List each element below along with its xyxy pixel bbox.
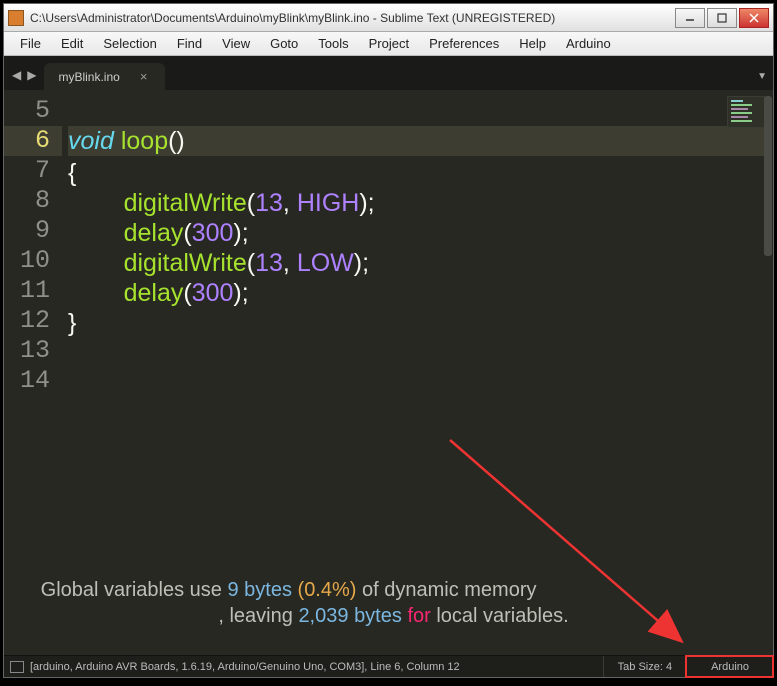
titlebar[interactable]: C:\Users\Administrator\Documents\Arduino… bbox=[4, 4, 773, 32]
tab-close-icon[interactable]: × bbox=[140, 69, 148, 84]
line-number: 14 bbox=[4, 366, 50, 396]
minimap[interactable] bbox=[727, 96, 765, 128]
line-number: 10 bbox=[4, 246, 50, 276]
menu-goto[interactable]: Goto bbox=[260, 34, 308, 53]
line-number: 8 bbox=[4, 186, 50, 216]
line-number: 7 bbox=[4, 156, 50, 186]
titlebar-text: C:\Users\Administrator\Documents\Arduino… bbox=[30, 11, 675, 25]
build-text: , leaving bbox=[218, 605, 298, 627]
statusbar: [arduino, Arduino AVR Boards, 1.6.19, Ar… bbox=[4, 655, 773, 677]
line-number: 5 bbox=[4, 96, 50, 126]
status-syntax[interactable]: Arduino bbox=[686, 656, 773, 677]
maximize-icon bbox=[717, 13, 727, 23]
scrollbar-thumb[interactable] bbox=[764, 96, 772, 256]
app-window: C:\Users\Administrator\Documents\Arduino… bbox=[3, 3, 774, 678]
build-bytes: 9 bbox=[227, 579, 238, 601]
tab-nav: ◀ ▶ bbox=[10, 68, 44, 90]
line-number: 11 bbox=[4, 276, 50, 306]
build-pct: 0.4% bbox=[304, 579, 350, 601]
code-line[interactable]: } bbox=[68, 308, 765, 338]
line-number: 9 bbox=[4, 216, 50, 246]
file-tab[interactable]: myBlink.ino × bbox=[44, 63, 165, 90]
menu-file[interactable]: File bbox=[10, 34, 51, 53]
menu-edit[interactable]: Edit bbox=[51, 34, 93, 53]
app-icon bbox=[8, 10, 24, 26]
code-line[interactable]: { bbox=[68, 158, 765, 188]
menu-preferences[interactable]: Preferences bbox=[419, 34, 509, 53]
code-line[interactable]: void loop() bbox=[68, 126, 765, 156]
code-line[interactable]: digitalWrite(13, HIGH); bbox=[68, 188, 765, 218]
code-line[interactable] bbox=[68, 338, 765, 368]
editor[interactable]: 567891011121314 void loop(){ digitalWrit… bbox=[4, 90, 773, 655]
code-line[interactable] bbox=[68, 368, 765, 398]
tab-label: myBlink.ino bbox=[58, 70, 119, 84]
code-line[interactable]: delay(300); bbox=[68, 278, 765, 308]
build-output: Global variables use 9 bytes (0.4%) of d… bbox=[24, 577, 763, 629]
status-left[interactable]: [arduino, Arduino AVR Boards, 1.6.19, Ar… bbox=[30, 661, 603, 673]
minimize-button[interactable] bbox=[675, 8, 705, 28]
minimize-icon bbox=[685, 13, 695, 23]
build-bytes-word: bytes bbox=[354, 605, 402, 627]
line-number: 13 bbox=[4, 336, 50, 366]
menu-tools[interactable]: Tools bbox=[308, 34, 358, 53]
menu-arduino[interactable]: Arduino bbox=[556, 34, 621, 53]
status-panel-icon[interactable] bbox=[10, 661, 24, 673]
menu-project[interactable]: Project bbox=[359, 34, 419, 53]
close-icon bbox=[749, 13, 759, 23]
line-number: 12 bbox=[4, 306, 50, 336]
build-for: for bbox=[407, 605, 430, 627]
code-line[interactable]: delay(300); bbox=[68, 218, 765, 248]
window-controls bbox=[675, 8, 769, 28]
build-bytes-word: bytes bbox=[244, 579, 292, 601]
code-line[interactable]: digitalWrite(13, LOW); bbox=[68, 248, 765, 278]
build-text: local variables. bbox=[431, 605, 569, 627]
minimap-content bbox=[731, 100, 761, 122]
code-line[interactable] bbox=[68, 96, 765, 126]
menu-help[interactable]: Help bbox=[509, 34, 556, 53]
tab-overflow-icon[interactable]: ▼ bbox=[757, 71, 767, 82]
close-button[interactable] bbox=[739, 8, 769, 28]
tab-nav-next-icon[interactable]: ▶ bbox=[27, 68, 36, 82]
build-text: of dynamic memory bbox=[356, 579, 536, 601]
scrollbar-vertical[interactable] bbox=[763, 90, 773, 655]
build-num: 2,039 bbox=[298, 605, 348, 627]
status-tab-size[interactable]: Tab Size: 4 bbox=[603, 656, 686, 677]
menubar: FileEditSelectionFindViewGotoToolsProjec… bbox=[4, 32, 773, 56]
line-number: 6 bbox=[4, 126, 62, 156]
build-text: Global variables use bbox=[41, 579, 228, 601]
tabbar: ◀ ▶ myBlink.ino × ▼ bbox=[4, 56, 773, 90]
menu-view[interactable]: View bbox=[212, 34, 260, 53]
menu-selection[interactable]: Selection bbox=[93, 34, 166, 53]
menu-find[interactable]: Find bbox=[167, 34, 212, 53]
tab-nav-prev-icon[interactable]: ◀ bbox=[12, 68, 21, 82]
maximize-button[interactable] bbox=[707, 8, 737, 28]
